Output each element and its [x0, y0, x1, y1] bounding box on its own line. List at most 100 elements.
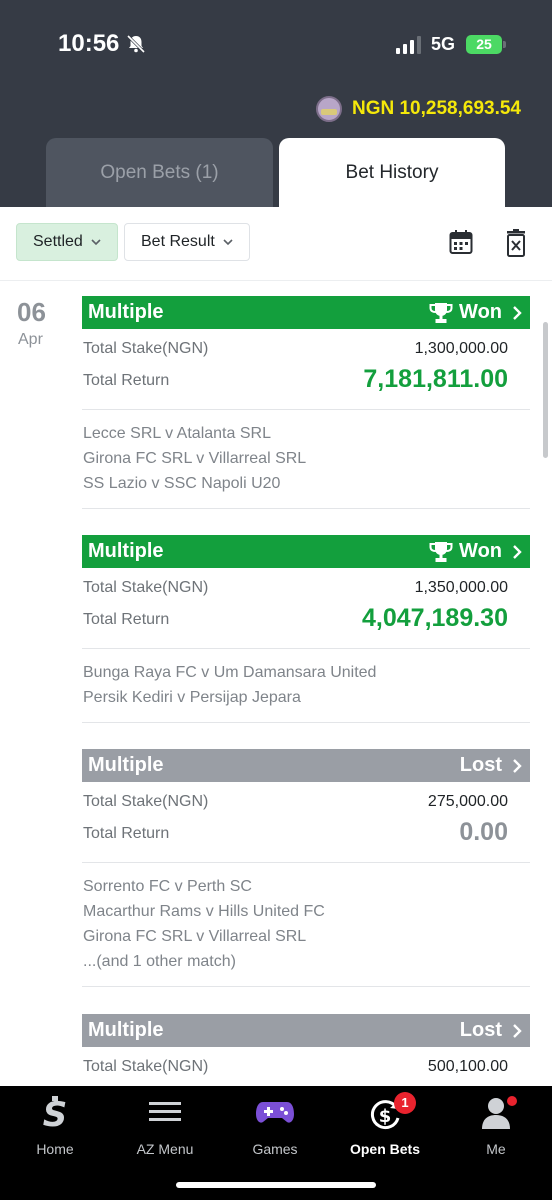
chevron-right-icon [513, 1023, 522, 1038]
trophy-icon [429, 302, 453, 323]
home-logo-icon: S [43, 1096, 68, 1132]
gamepad-icon [256, 1102, 294, 1123]
match-list: Lecce SRL v Atalanta SRL Girona FC SRL v… [82, 410, 530, 496]
calendar-icon[interactable] [449, 229, 473, 255]
nav-open-bets-label: Open Bets [349, 1141, 420, 1157]
status-time: 10:56 [58, 30, 120, 57]
bet-card[interactable]: Multiple Won Total Stake(NGN) 1,300,000.… [82, 296, 530, 509]
bet-card[interactable]: Multiple Won Total Stake(NGN) 1,350,000.… [82, 535, 530, 723]
chevron-down-icon [223, 239, 233, 246]
nav-home[interactable]: S Home [0, 1092, 110, 1158]
match-item: SS Lazio v SSC Napoli U20 [83, 475, 281, 492]
stake-label: Total Stake(NGN) [83, 340, 209, 357]
stake-value: 275,000.00 [427, 793, 508, 810]
match-item: ...(and 1 other match) [83, 953, 236, 970]
balance-amount: NGN 10,258,693.54 [351, 98, 521, 119]
return-label: Total Return [83, 825, 170, 842]
divider [82, 722, 530, 723]
svg-text:$: $ [379, 1106, 392, 1127]
match-item: Girona FC SRL v Villarreal SRL [83, 928, 307, 945]
notification-dot [507, 1096, 517, 1106]
home-indicator [176, 1182, 376, 1188]
return-row: Total Return 0.00 [82, 817, 530, 849]
account-balance[interactable]: NGN 10,258,693.54 [315, 96, 521, 122]
bell-muted-icon [126, 34, 146, 54]
return-label: Total Return [83, 372, 170, 389]
bet-card[interactable]: Multiple Lost Total Stake(NGN) 500,100.0… [82, 1014, 530, 1082]
settled-filter-dropdown[interactable]: Settled [16, 223, 118, 261]
svg-text:S: S [43, 1096, 68, 1132]
nav-me[interactable]: Me [441, 1092, 551, 1158]
bet-type: Multiple [88, 754, 164, 776]
nav-games-label: Games [252, 1141, 298, 1157]
nav-az-menu-label: AZ Menu [136, 1141, 194, 1157]
nav-open-bets[interactable]: $ 1 Open Bets [330, 1092, 440, 1158]
chevron-right-icon [513, 305, 522, 320]
match-item: Girona FC SRL v Villarreal SRL [83, 450, 307, 467]
date-month: Apr [18, 331, 43, 348]
stake-row: Total Stake(NGN) 500,100.00 [82, 1050, 530, 1082]
stake-row: Total Stake(NGN) 275,000.00 [82, 785, 530, 817]
match-item: Bunga Raya FC v Um Damansara United [83, 664, 377, 681]
balance-avatar-icon [315, 96, 342, 122]
stake-value: 1,350,000.00 [414, 579, 508, 596]
return-row: Total Return 7,181,811.00 [82, 364, 530, 396]
signal-icon [396, 36, 421, 54]
bet-card-header[interactable]: Multiple Won [82, 535, 530, 568]
nav-games[interactable]: Games [220, 1092, 330, 1158]
match-list: Bunga Raya FC v Um Damansara United Pers… [82, 649, 530, 710]
network-type: 5G [431, 34, 456, 54]
menu-icon [149, 1102, 181, 1121]
bottom-navigation: S Home AZ Menu Games $ 1 Open Bets Me [0, 1086, 552, 1200]
top-header: 10:56 5G 25 NGN 10,258,693.54 Open Bets … [0, 0, 552, 207]
return-row: Total Return 4,047,189.30 [82, 603, 530, 635]
stake-row: Total Stake(NGN) 1,350,000.00 [82, 571, 530, 603]
stake-label: Total Stake(NGN) [83, 793, 209, 810]
nav-me-label: Me [486, 1141, 506, 1157]
nav-az-menu[interactable]: AZ Menu [110, 1092, 220, 1158]
status-bar: 10:56 5G 25 [0, 0, 552, 90]
battery-icon: 25 [466, 35, 502, 54]
return-value: 4,047,189.30 [362, 604, 508, 632]
bet-type: Multiple [88, 301, 164, 323]
chevron-right-icon [513, 758, 522, 773]
stake-value: 500,100.00 [427, 1058, 508, 1075]
settled-filter-label: Settled [33, 233, 83, 250]
bet-result-filter-label: Bet Result [141, 233, 215, 250]
filter-bar: Settled Bet Result [0, 207, 552, 281]
bet-card-header[interactable]: Multiple Won [82, 296, 530, 329]
chevron-down-icon [91, 239, 101, 246]
bet-type: Multiple [88, 540, 164, 562]
bet-card-header[interactable]: Multiple Lost [82, 749, 530, 782]
bet-card[interactable]: Multiple Lost Total Stake(NGN) 275,000.0… [82, 749, 530, 987]
stake-value: 1,300,000.00 [414, 340, 508, 357]
delete-icon[interactable] [505, 229, 527, 257]
nav-home-label: Home [36, 1141, 74, 1157]
match-item: Sorrento FC v Perth SC [83, 878, 252, 895]
date-day: 06 [17, 297, 46, 327]
open-bets-badge: 1 [394, 1092, 416, 1114]
scrollbar[interactable] [543, 322, 548, 458]
bet-status: Won [459, 301, 502, 323]
match-item: Lecce SRL v Atalanta SRL [83, 425, 271, 442]
bet-result-filter-dropdown[interactable]: Bet Result [124, 223, 250, 261]
bet-status: Lost [459, 1019, 502, 1041]
tab-bet-history[interactable]: Bet History [279, 138, 505, 207]
return-value: 0.00 [459, 818, 508, 846]
battery-cap [503, 41, 506, 48]
return-label: Total Return [83, 611, 170, 628]
match-item: Persik Kediri v Persijap Jepara [83, 689, 301, 706]
chevron-right-icon [513, 544, 522, 559]
bet-history-list[interactable]: 06 Apr Multiple Won Total Stake(NGN) 1,3… [0, 281, 552, 1086]
return-value: 7,181,811.00 [363, 365, 508, 393]
bet-card-header[interactable]: Multiple Lost [82, 1014, 530, 1047]
stake-row: Total Stake(NGN) 1,300,000.00 [82, 332, 530, 364]
match-list: Sorrento FC v Perth SC Macarthur Rams v … [82, 863, 530, 974]
stake-label: Total Stake(NGN) [83, 1058, 209, 1075]
tab-open-bets[interactable]: Open Bets (1) [46, 138, 273, 207]
divider [82, 508, 530, 509]
stake-label: Total Stake(NGN) [83, 579, 209, 596]
divider [82, 986, 530, 987]
bet-type: Multiple [88, 1019, 164, 1041]
bet-status: Won [459, 540, 502, 562]
